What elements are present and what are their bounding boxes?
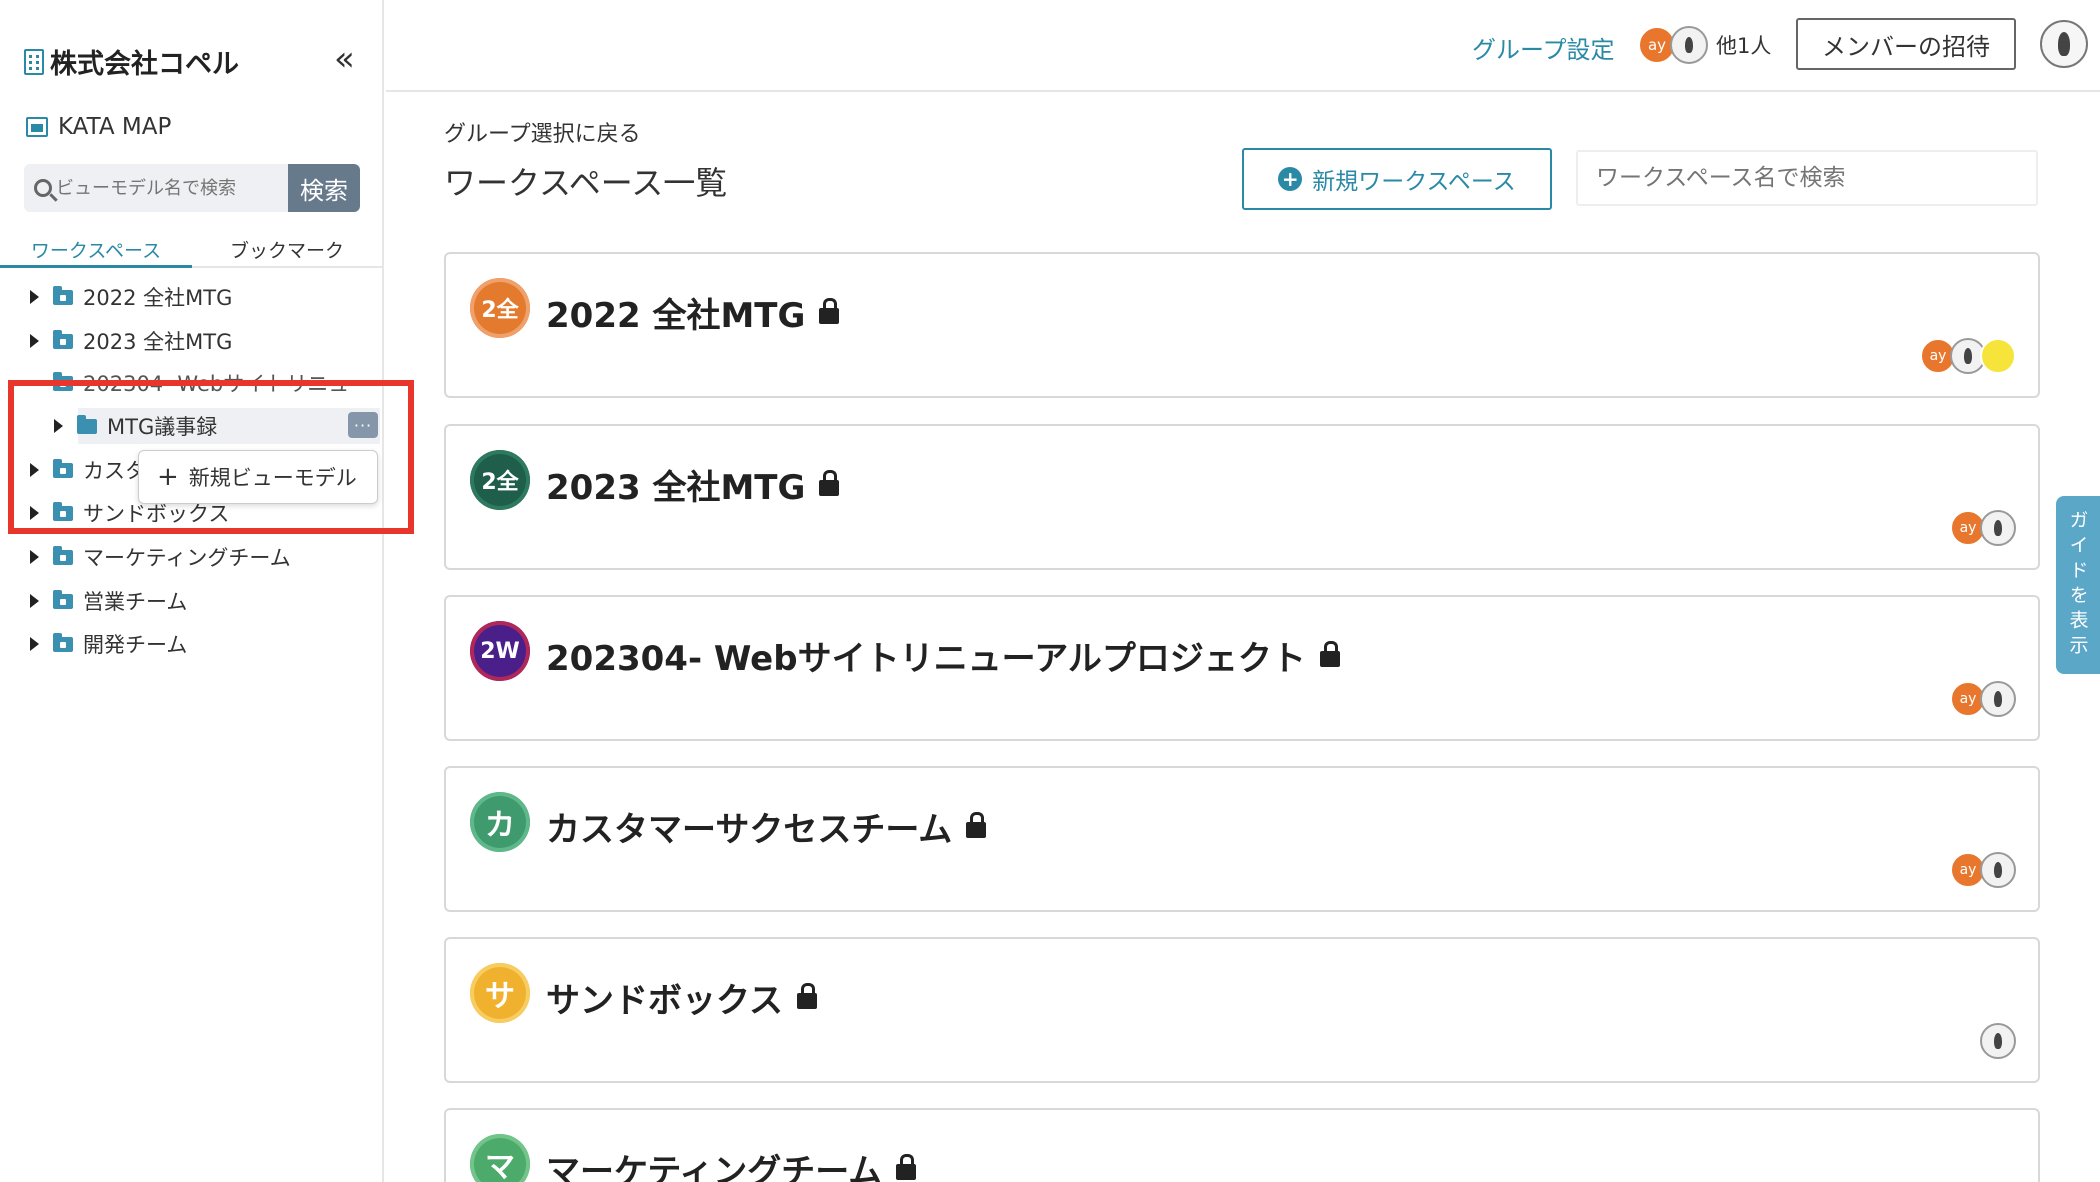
map-icon [26,117,48,137]
org-name: 株式会社コペル [50,49,239,80]
app-window: 株式会社コペル « KATA MAP 検索 ワークスペース ブックマーク 202… [0,0,2100,1182]
locked-folder-icon [53,285,73,305]
new-workspace-label: 新規ワークスペース [1312,169,1516,195]
building-icon [24,48,44,75]
tree-item-label: 2023 全社MTG [83,330,233,354]
highlight-box [8,380,414,534]
penguin-avatar-icon [1980,681,2016,717]
page-title: ワークスペース一覧 [444,164,728,202]
workspace-members: ay [1950,681,2016,717]
plus-circle-icon: + [1278,167,1303,191]
locked-folder-icon [53,329,73,349]
viewmodel-search [24,164,288,212]
workspace-name: サンドボックス [546,981,783,1021]
workspace-badge: 2全 [470,450,530,510]
sidebar-tabs: ワークスペース ブックマーク [0,236,382,268]
back-to-group-select-link[interactable]: グループ選択に戻る [444,116,641,148]
group-settings-link[interactable]: グループ設定 [1472,30,1615,65]
lock-icon [966,811,987,838]
tree-item[interactable]: 2023 全社MTG [30,326,232,356]
workspace-members: ay [1920,338,2016,374]
expand-arrow-icon[interactable] [30,594,39,608]
lock-icon [1319,640,1340,667]
workspace-search-input[interactable] [1576,150,2038,206]
expand-arrow-icon[interactable] [30,550,39,564]
lock-icon [819,469,840,496]
penguin-avatar-icon [1980,852,2016,888]
workspace-name: カスタマーサクセスチーム [546,810,953,850]
workspace-name-row: 2023 全社MTG [546,460,840,509]
search-button[interactable]: 検索 [288,164,360,212]
workspace-name-row: カスタマーサクセスチーム [546,802,987,851]
workspace-name: 2022 全社MTG [546,296,806,336]
workspace-members: ay [1950,852,2016,888]
locked-folder-icon [53,589,73,609]
expand-arrow-icon[interactable] [30,637,39,651]
tab-bookmarks[interactable]: ブックマーク [192,236,382,268]
search-icon [34,179,52,197]
user-avatar-icon[interactable] [2040,20,2088,68]
locked-folder-icon [53,545,73,565]
workspace-name: 202304- Webサイトリニューアルプロジェクト [546,639,1306,679]
collapse-sidebar-icon[interactable]: « [334,42,355,76]
workspace-name-row: 202304- Webサイトリニューアルプロジェクト [546,631,1340,680]
expand-arrow-icon[interactable] [30,334,39,348]
app-name: KATA MAP [58,114,172,140]
tree-item-label: マーケティングチーム [83,546,291,570]
show-guide-tab[interactable]: ガイドを表示 [2056,496,2100,674]
viewmodel-search-input[interactable] [56,177,276,199]
avatar-yellow-icon [1980,338,2016,374]
workspace-card[interactable]: 2W 202304- Webサイトリニューアルプロジェクト ay [444,595,2040,741]
tree-item[interactable]: 営業チーム [30,586,187,616]
workspace-badge: 2W [470,621,530,681]
penguin-avatar-icon [1980,1023,2016,1059]
penguin-avatar-icon [1670,26,1708,64]
workspace-badge: サ [470,963,530,1023]
workspace-card[interactable]: カ カスタマーサクセスチーム ay [444,766,2040,912]
app-title[interactable]: KATA MAP [26,114,171,140]
lock-icon [896,1153,917,1180]
workspace-card[interactable]: 2全 2023 全社MTG ay [444,424,2040,570]
org-header[interactable]: 株式会社コペル [24,42,239,81]
workspace-name: マーケティングチーム [546,1152,883,1182]
workspace-card[interactable]: 2全 2022 全社MTG ay [444,252,2040,398]
sidebar: 株式会社コペル « KATA MAP 検索 ワークスペース ブックマーク 202… [0,0,384,1182]
locked-folder-icon [53,632,73,652]
workspace-members [1980,1023,2016,1059]
workspace-name: 2023 全社MTG [546,468,806,508]
workspace-badge: カ [470,792,530,852]
workspace-name-row: 2022 全社MTG [546,288,840,337]
workspace-name-row: マーケティングチーム [546,1144,917,1182]
tree-item[interactable]: マーケティングチーム [30,542,291,572]
workspace-badge: 2全 [470,278,530,338]
workspace-card[interactable]: サ サンドボックス [444,937,2040,1083]
tree-item-label: 営業チーム [83,590,188,614]
group-members[interactable]: ay 他1人 [1638,26,1771,64]
tree-item-label: 開発チーム [83,633,188,657]
workspace-badge: マ [470,1134,530,1182]
invite-member-button[interactable]: メンバーの招待 [1796,18,2016,70]
tree-item[interactable]: 2022 全社MTG [30,282,232,312]
tab-workspaces[interactable]: ワークスペース [0,236,192,268]
others-count: 他1人 [1716,34,1772,58]
workspace-members: ay [1950,510,2016,546]
lock-icon [819,297,840,324]
expand-arrow-icon[interactable] [30,290,39,304]
new-workspace-button[interactable]: + 新規ワークスペース [1242,148,1552,210]
tree-item[interactable]: 開発チーム [30,629,187,659]
lock-icon [796,982,817,1009]
workspace-card[interactable]: マ マーケティングチーム [444,1108,2040,1182]
workspace-name-row: サンドボックス [546,973,817,1022]
penguin-avatar-icon [1980,510,2016,546]
tree-item-label: 2022 全社MTG [83,286,233,310]
